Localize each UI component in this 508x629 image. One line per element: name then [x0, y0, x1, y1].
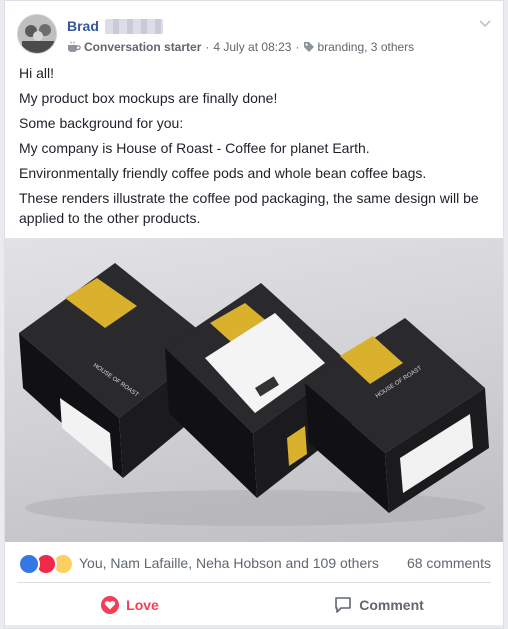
- chevron-down-icon[interactable]: [477, 15, 493, 31]
- reactions-bar: You, Nam Lafaille, Neha Hobson and 109 o…: [5, 553, 503, 575]
- box-right: HOUSE OF ROAST: [305, 318, 489, 513]
- love-label: Love: [126, 597, 159, 613]
- reaction-icons[interactable]: [18, 553, 74, 575]
- post-line: My product box mockups are finally done!: [19, 90, 278, 106]
- post-line: My company is House of Roast - Coffee fo…: [19, 140, 370, 156]
- post-line: Environmentally friendly coffee pods and…: [19, 165, 427, 181]
- comment-label: Comment: [359, 597, 424, 613]
- author-name[interactable]: Brad: [67, 18, 99, 34]
- author-line: Brad: [67, 18, 163, 34]
- coffee-box-mockup: HOUSE OF ROAST HOUSE OF ROAST: [19, 263, 489, 526]
- comment-icon: [335, 597, 352, 613]
- post-line: Hi all!: [19, 65, 55, 81]
- meta-separator: ·: [205, 40, 210, 54]
- post-tags[interactable]: branding, 3 others: [317, 40, 414, 54]
- like-icon: [18, 553, 40, 575]
- post-body: Hi all! My product box mockups are final…: [5, 63, 503, 228]
- tag-icon: [304, 42, 315, 52]
- post-meta: Conversation starter · 4 July at 08:23 ·…: [67, 40, 414, 54]
- post-line: Some background for you:: [19, 115, 184, 131]
- coffee-cup-icon: [68, 41, 81, 52]
- post-card: Brad Conversation starter · 4 July at 08…: [4, 0, 504, 629]
- comments-count[interactable]: 68 comments: [407, 555, 491, 571]
- avatar-photo: [18, 15, 56, 53]
- comment-button[interactable]: Comment: [254, 583, 503, 627]
- avatar[interactable]: [17, 14, 57, 54]
- redacted-surname: [104, 19, 163, 34]
- badge-label[interactable]: Conversation starter: [84, 40, 201, 54]
- post-timestamp[interactable]: 4 July at 08:23: [213, 40, 291, 54]
- card-bottom-edge: [5, 625, 503, 628]
- post-header: Brad Conversation starter · 4 July at 08…: [5, 1, 503, 63]
- love-icon: [101, 596, 120, 614]
- love-button[interactable]: Love: [5, 583, 254, 627]
- post-image[interactable]: HOUSE OF ROAST HOUSE OF ROAST: [5, 238, 503, 542]
- action-bar: Love Comment: [5, 583, 503, 627]
- post-line: These renders illustrate the coffee pod …: [19, 190, 479, 226]
- meta-separator: ·: [295, 40, 300, 54]
- reaction-names[interactable]: You, Nam Lafaille, Neha Hobson and 109 o…: [79, 555, 379, 571]
